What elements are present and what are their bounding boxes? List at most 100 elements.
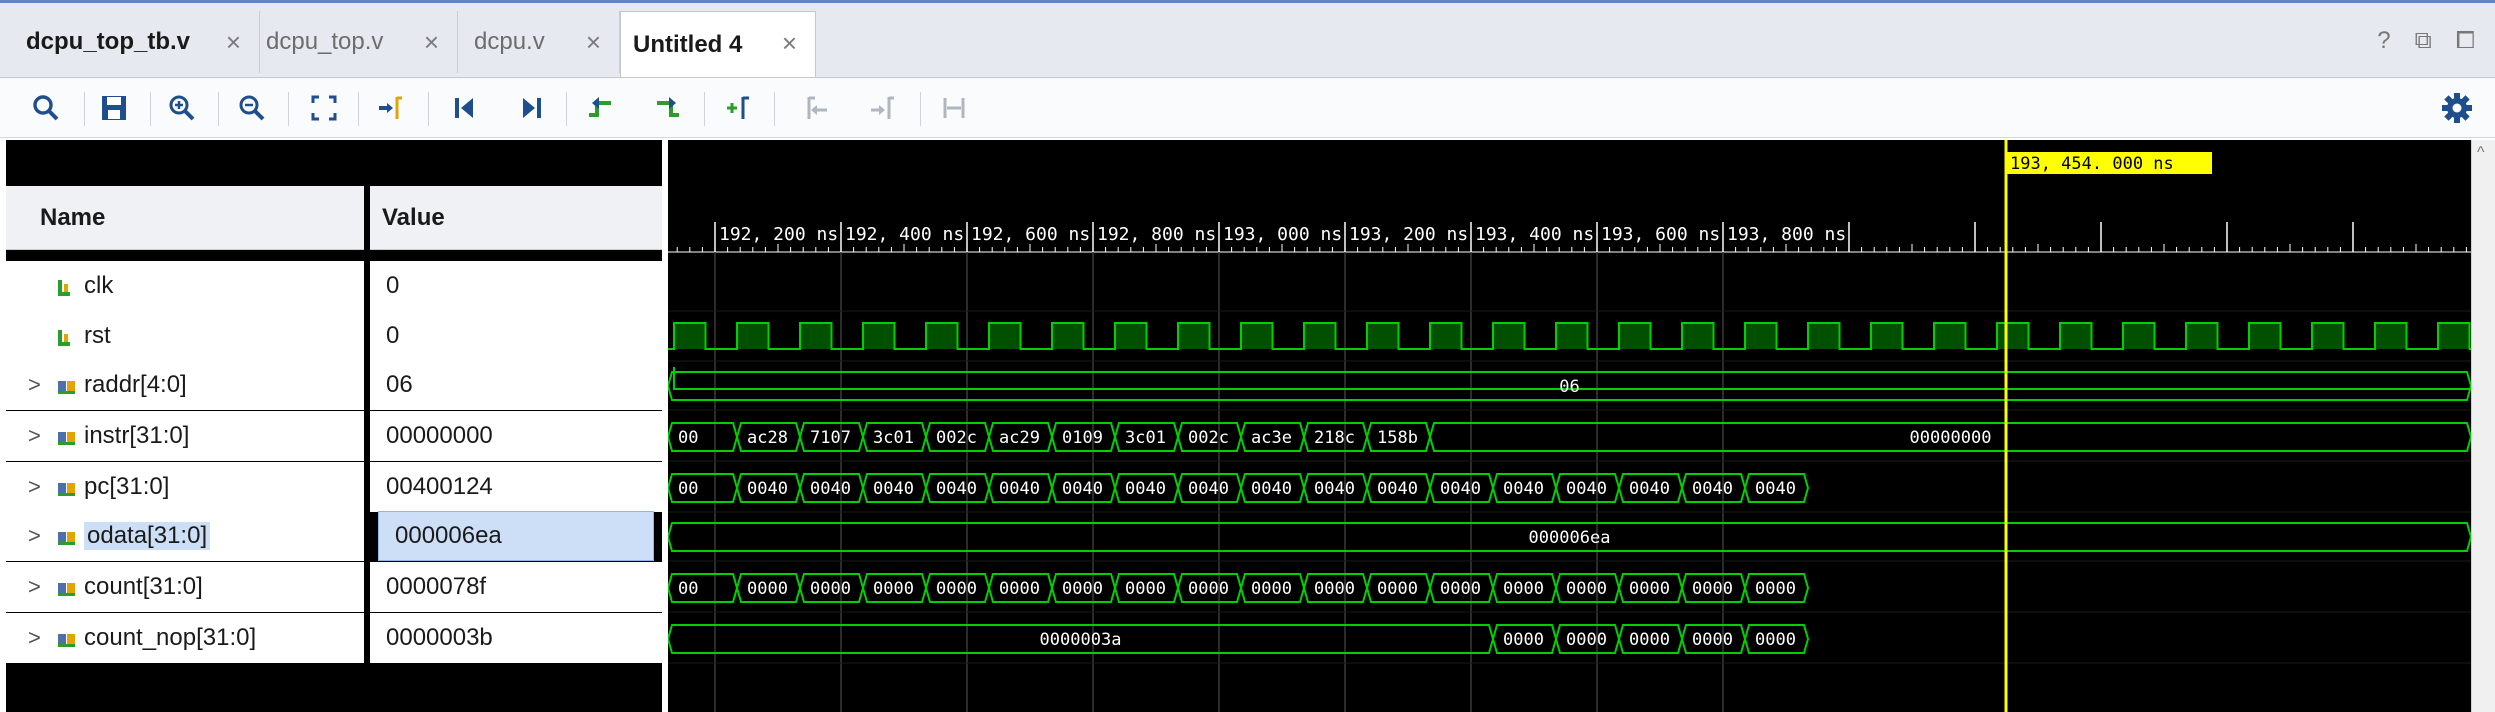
pc-value: 0040 bbox=[1440, 479, 1481, 499]
signal-row-instr[interactable]: > instr[31:0] bbox=[6, 411, 364, 461]
previous-transition-icon[interactable] bbox=[580, 88, 620, 128]
next-transition-icon[interactable] bbox=[648, 88, 688, 128]
clk-high-fill bbox=[2060, 323, 2092, 349]
count-value: 0000 bbox=[810, 579, 851, 599]
chevron-right-icon[interactable]: > bbox=[28, 474, 41, 500]
zoom-fit-icon[interactable] bbox=[304, 88, 344, 128]
previous-marker-icon[interactable] bbox=[796, 88, 836, 128]
clk-high-fill bbox=[1178, 323, 1210, 349]
tab-dcpu-top[interactable]: dcpu_top.v × bbox=[262, 11, 458, 73]
vertical-scrollbar[interactable]: ^ bbox=[2471, 140, 2495, 712]
close-icon[interactable]: × bbox=[226, 27, 241, 58]
go-to-time-zero-icon[interactable] bbox=[444, 88, 484, 128]
signal-value-count-nop[interactable]: 0000003b bbox=[370, 613, 662, 663]
count-value: 0000 bbox=[936, 579, 977, 599]
signal-name: count_nop[31:0] bbox=[84, 624, 257, 651]
window-controls: ? ⧉ ⧠ bbox=[2377, 27, 2475, 55]
signal-value-raddr[interactable]: 06 bbox=[370, 360, 662, 410]
waveform-view[interactable]: 192, 200 ns 192, 400 ns 192, 600 ns 192, 80… bbox=[666, 140, 2473, 712]
scroll-up-icon[interactable]: ^ bbox=[2477, 144, 2485, 162]
tab-dcpu[interactable]: dcpu.v × bbox=[460, 11, 620, 73]
maximize-icon[interactable]: ⧠ bbox=[2456, 27, 2475, 55]
signal-value-odata[interactable]: 000006ea bbox=[378, 511, 654, 561]
count_nop-value: 0000 bbox=[1629, 630, 1670, 650]
pc-value: 0040 bbox=[1755, 479, 1796, 499]
close-icon[interactable]: × bbox=[782, 28, 797, 59]
go-to-cursor-icon[interactable] bbox=[370, 88, 410, 128]
clk-high-fill bbox=[1304, 323, 1336, 349]
pc-value: 0040 bbox=[999, 479, 1040, 499]
tab-label: dcpu.v bbox=[474, 28, 545, 55]
count-value: 0000 bbox=[999, 579, 1040, 599]
close-icon[interactable]: × bbox=[424, 27, 439, 58]
timeline-tick-label: 192, 200 ns bbox=[719, 224, 838, 245]
waveform-toolbar bbox=[0, 78, 2495, 138]
instr-value: 158b bbox=[1377, 428, 1418, 448]
signal-value-pc[interactable]: 00400124 bbox=[370, 462, 662, 512]
tab-untitled-4[interactable]: Untitled 4 × bbox=[620, 11, 816, 77]
clk-high-fill bbox=[1493, 323, 1525, 349]
count_nop-value: 0000 bbox=[1503, 630, 1544, 650]
count-value: 0000 bbox=[1755, 579, 1796, 599]
instr-value: 00000000 bbox=[1910, 428, 1992, 448]
clk-high-fill bbox=[674, 323, 706, 349]
count-value: 0000 bbox=[1440, 579, 1481, 599]
save-icon[interactable] bbox=[94, 88, 134, 128]
signal-value-rst[interactable]: 0 bbox=[370, 311, 662, 361]
pc-value: 00 bbox=[678, 479, 698, 499]
clk-high-fill bbox=[1241, 323, 1273, 349]
chevron-right-icon[interactable]: > bbox=[28, 423, 41, 449]
signal-name: odata[31:0] bbox=[84, 522, 211, 550]
count_nop-value: 0000 bbox=[1566, 630, 1607, 650]
chevron-right-icon[interactable]: > bbox=[28, 625, 41, 651]
clk-high-fill bbox=[926, 323, 958, 349]
tab-label: dcpu_top.v bbox=[266, 28, 384, 55]
signal-value-instr[interactable]: 00000000 bbox=[370, 411, 662, 461]
signal-row-odata[interactable]: > odata[31:0] bbox=[6, 511, 364, 561]
zoom-in-icon[interactable] bbox=[162, 88, 202, 128]
clk-high-fill bbox=[1052, 323, 1084, 349]
go-to-last-time-icon[interactable] bbox=[512, 88, 552, 128]
bus-signal-icon bbox=[56, 427, 78, 455]
chevron-right-icon[interactable]: > bbox=[28, 372, 41, 398]
zoom-out-icon[interactable] bbox=[232, 88, 272, 128]
pc-value: 0040 bbox=[747, 479, 788, 499]
cursor-time-label: 193, 454. 000 ns bbox=[2010, 154, 2174, 174]
signal-row-count[interactable]: > count[31:0] bbox=[6, 562, 364, 612]
clk-high-fill bbox=[1871, 323, 1903, 349]
name-column: Name clk rst > raddr[4:0] > instr[31:0] > pc[31… bbox=[6, 140, 364, 712]
instr-value: ac29 bbox=[999, 428, 1040, 448]
chevron-right-icon[interactable]: > bbox=[28, 523, 41, 549]
signal-value-clk[interactable]: 0 bbox=[370, 261, 662, 311]
clk-high-fill bbox=[2312, 323, 2344, 349]
signal-name: instr[31:0] bbox=[84, 422, 190, 449]
signal-name: clk bbox=[84, 272, 114, 299]
signal-row-raddr[interactable]: > raddr[4:0] bbox=[6, 360, 364, 410]
clk-high-fill bbox=[2186, 323, 2218, 349]
help-icon[interactable]: ? bbox=[2377, 27, 2390, 55]
signal-row-rst[interactable]: rst bbox=[6, 311, 364, 361]
count-value: 0000 bbox=[1251, 579, 1292, 599]
value-column: Value 0 0 06 00000000 00400124 000006ea 000007… bbox=[370, 140, 662, 712]
signal-value-count[interactable]: 0000078f bbox=[370, 562, 662, 612]
tab-dcpu-top-tb[interactable]: dcpu_top_tb.v × bbox=[4, 11, 260, 73]
search-icon[interactable] bbox=[26, 88, 66, 128]
chevron-right-icon[interactable]: > bbox=[28, 574, 41, 600]
pc-value: 0040 bbox=[1503, 479, 1544, 499]
gear-icon[interactable] bbox=[2437, 88, 2477, 128]
signal-row-clk[interactable]: clk bbox=[6, 261, 364, 311]
next-marker-icon[interactable] bbox=[862, 88, 902, 128]
bus-signal-icon bbox=[56, 578, 78, 606]
value-column-header[interactable]: Value bbox=[370, 186, 662, 250]
name-column-header[interactable]: Name bbox=[6, 186, 364, 250]
close-icon[interactable]: × bbox=[586, 27, 601, 58]
instr-value: 0109 bbox=[1062, 428, 1103, 448]
add-marker-icon[interactable] bbox=[718, 88, 758, 128]
signal-row-pc[interactable]: > pc[31:0] bbox=[6, 462, 364, 512]
swap-cursors-icon[interactable] bbox=[934, 88, 974, 128]
restore-icon[interactable]: ⧉ bbox=[2415, 27, 2432, 55]
pc-value: 0040 bbox=[873, 479, 914, 499]
count_nop-value: 0000 bbox=[1692, 630, 1733, 650]
pc-value: 0040 bbox=[1062, 479, 1103, 499]
signal-row-count-nop[interactable]: > count_nop[31:0] bbox=[6, 613, 364, 663]
